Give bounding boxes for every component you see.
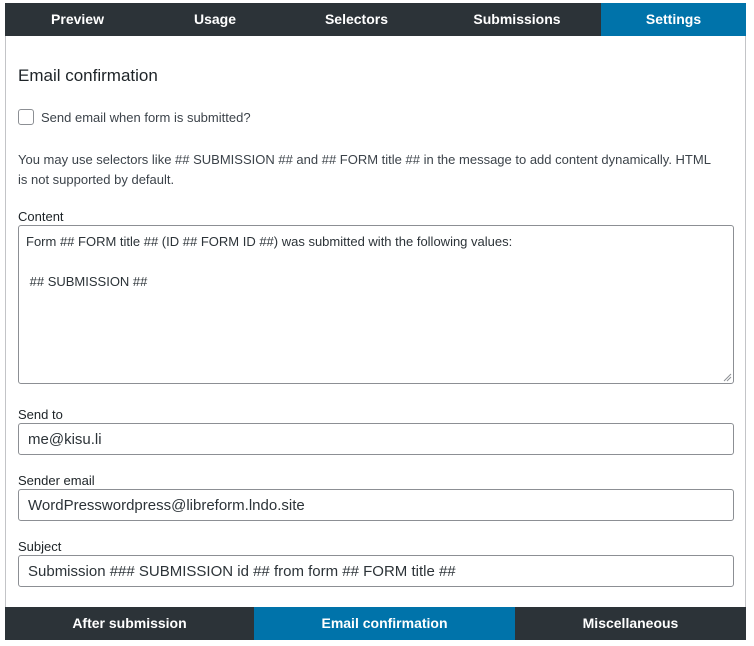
subject-input[interactable] <box>18 555 734 587</box>
tab-email-confirmation[interactable]: Email confirmation <box>254 607 515 640</box>
tab-miscellaneous[interactable]: Miscellaneous <box>515 607 746 640</box>
send-email-checkbox[interactable] <box>18 109 34 125</box>
sender-email-input[interactable] <box>18 489 734 521</box>
top-tab-bar: Preview Usage Selectors Submissions Sett… <box>5 3 746 36</box>
send-to-label: Send to <box>18 407 63 422</box>
tab-submissions[interactable]: Submissions <box>433 3 601 36</box>
content-label: Content <box>18 209 64 224</box>
bottom-tab-bar: After submission Email confirmation Misc… <box>5 607 746 640</box>
selectors-help-text: You may use selectors like ## SUBMISSION… <box>18 152 711 187</box>
content-textarea[interactable]: Form ## FORM title ## (ID ## FORM ID ##)… <box>18 225 734 384</box>
tab-after-submission[interactable]: After submission <box>5 607 254 640</box>
tab-usage[interactable]: Usage <box>150 3 280 36</box>
send-email-label[interactable]: Send email when form is submitted? <box>41 110 251 125</box>
section-title: Email confirmation <box>18 66 158 85</box>
send-email-option: Send email when form is submitted? <box>18 109 251 125</box>
tab-selectors[interactable]: Selectors <box>280 3 433 36</box>
subject-label: Subject <box>18 539 62 554</box>
sender-email-label: Sender email <box>18 473 95 488</box>
tab-settings[interactable]: Settings <box>601 3 746 36</box>
send-to-input[interactable] <box>18 423 734 455</box>
resize-handle-icon[interactable] <box>722 372 732 382</box>
tab-preview[interactable]: Preview <box>5 3 150 36</box>
